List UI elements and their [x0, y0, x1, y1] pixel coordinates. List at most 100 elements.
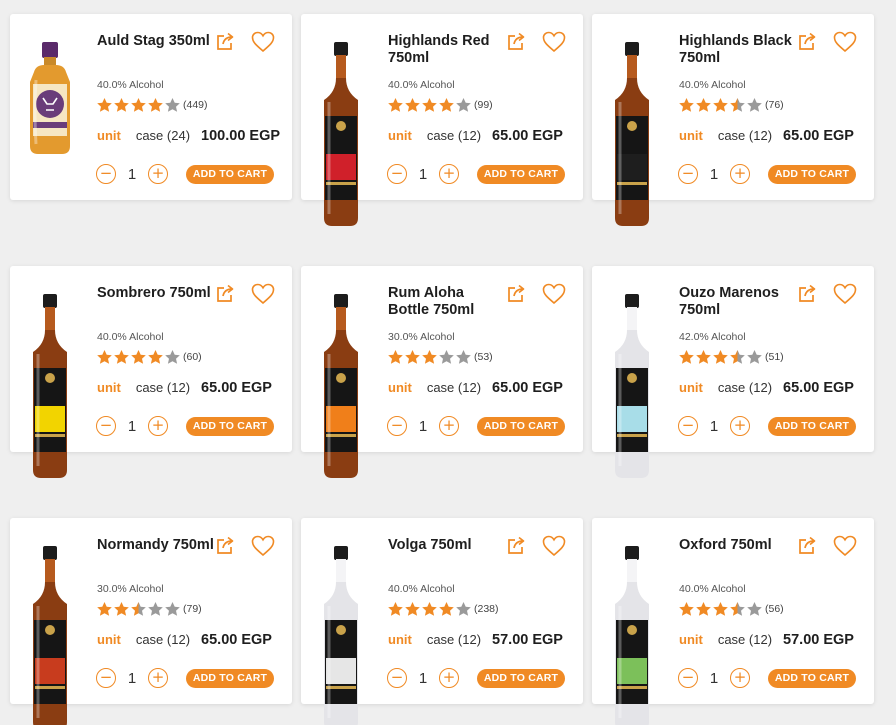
product-name[interactable]: Normandy 750ml	[97, 537, 215, 554]
plus-icon[interactable]: +	[730, 668, 750, 688]
add-to-cart-button[interactable]: ADD TO CART	[477, 164, 565, 184]
share-icon[interactable]	[215, 32, 235, 52]
product-card[interactable]: Auld Stag 350ml 40.0% Alcohol (449) unit…	[10, 14, 292, 200]
product-image[interactable]	[606, 540, 658, 725]
quantity-value[interactable]: 1	[407, 418, 439, 435]
minus-icon[interactable]: −	[678, 416, 698, 436]
unit-option[interactable]: unit	[679, 128, 703, 143]
product-name[interactable]: Highlands Red 750ml	[388, 33, 506, 67]
product-card[interactable]: Highlands Red 750ml 40.0% Alcohol (99) u…	[301, 14, 583, 226]
product-image[interactable]	[24, 40, 76, 232]
plus-icon[interactable]: +	[439, 416, 459, 436]
product-image[interactable]	[24, 288, 76, 480]
product-card[interactable]: Normandy 750ml 30.0% Alcohol (79) unit c…	[10, 518, 292, 725]
heart-icon[interactable]	[542, 31, 566, 53]
plus-icon[interactable]: +	[148, 668, 168, 688]
unit-option[interactable]: unit	[679, 632, 703, 647]
product-card[interactable]: Rum Aloha Bottle 750ml 30.0% Alcohol (53…	[301, 266, 583, 478]
product-image[interactable]	[315, 288, 367, 480]
minus-icon[interactable]: −	[678, 164, 698, 184]
unit-option[interactable]: unit	[388, 632, 412, 647]
product-image[interactable]	[606, 36, 658, 228]
case-option[interactable]: case (12)	[427, 380, 481, 395]
product-card[interactable]: Volga 750ml 40.0% Alcohol (238) unit cas…	[301, 518, 583, 725]
minus-icon[interactable]: −	[96, 164, 116, 184]
product-image[interactable]	[606, 288, 658, 480]
share-icon[interactable]	[797, 32, 817, 52]
heart-icon[interactable]	[833, 283, 857, 305]
add-to-cart-button[interactable]: ADD TO CART	[477, 668, 565, 688]
product-image[interactable]	[315, 36, 367, 228]
share-icon[interactable]	[506, 536, 526, 556]
product-name[interactable]: Rum Aloha Bottle 750ml	[388, 285, 506, 319]
case-option[interactable]: case (12)	[136, 380, 190, 395]
minus-icon[interactable]: −	[387, 416, 407, 436]
quantity-value[interactable]: 1	[698, 670, 730, 687]
plus-icon[interactable]: +	[148, 416, 168, 436]
share-icon[interactable]	[506, 284, 526, 304]
quantity-value[interactable]: 1	[407, 670, 439, 687]
star-icon	[713, 602, 728, 616]
add-to-cart-button[interactable]: ADD TO CART	[477, 416, 565, 436]
add-to-cart-button[interactable]: ADD TO CART	[768, 416, 856, 436]
product-name[interactable]: Oxford 750ml	[679, 537, 797, 554]
heart-icon[interactable]	[251, 535, 275, 557]
heart-icon[interactable]	[251, 283, 275, 305]
case-option[interactable]: case (12)	[427, 128, 481, 143]
quantity-value[interactable]: 1	[116, 166, 148, 183]
add-to-cart-button[interactable]: ADD TO CART	[186, 416, 274, 436]
case-option[interactable]: case (24)	[136, 128, 190, 143]
case-option[interactable]: case (12)	[718, 632, 772, 647]
unit-option[interactable]: unit	[388, 380, 412, 395]
plus-icon[interactable]: +	[730, 416, 750, 436]
product-name[interactable]: Ouzo Marenos 750ml	[679, 285, 797, 319]
product-card[interactable]: Oxford 750ml 40.0% Alcohol (56) unit cas…	[592, 518, 874, 725]
minus-icon[interactable]: −	[387, 668, 407, 688]
share-icon[interactable]	[215, 284, 235, 304]
product-name[interactable]: Highlands Black 750ml	[679, 33, 797, 67]
add-to-cart-button[interactable]: ADD TO CART	[768, 164, 856, 184]
minus-icon[interactable]: −	[96, 668, 116, 688]
quantity-value[interactable]: 1	[116, 418, 148, 435]
add-to-cart-button[interactable]: ADD TO CART	[186, 668, 274, 688]
plus-icon[interactable]: +	[439, 164, 459, 184]
product-name[interactable]: Volga 750ml	[388, 537, 506, 554]
heart-icon[interactable]	[542, 535, 566, 557]
minus-icon[interactable]: −	[387, 164, 407, 184]
heart-icon[interactable]	[833, 535, 857, 557]
case-option[interactable]: case (12)	[718, 128, 772, 143]
minus-icon[interactable]: −	[96, 416, 116, 436]
product-name[interactable]: Sombrero 750ml	[97, 285, 215, 302]
quantity-value[interactable]: 1	[116, 670, 148, 687]
share-icon[interactable]	[506, 32, 526, 52]
unit-option[interactable]: unit	[97, 632, 121, 647]
heart-icon[interactable]	[833, 31, 857, 53]
add-to-cart-button[interactable]: ADD TO CART	[186, 164, 274, 184]
product-card[interactable]: Ouzo Marenos 750ml 42.0% Alcohol (51) un…	[592, 266, 874, 478]
share-icon[interactable]	[215, 536, 235, 556]
product-name[interactable]: Auld Stag 350ml	[97, 33, 215, 50]
product-image[interactable]	[24, 540, 76, 725]
quantity-value[interactable]: 1	[407, 166, 439, 183]
heart-icon[interactable]	[251, 31, 275, 53]
quantity-value[interactable]: 1	[698, 418, 730, 435]
plus-icon[interactable]: +	[148, 164, 168, 184]
plus-icon[interactable]: +	[439, 668, 459, 688]
case-option[interactable]: case (12)	[427, 632, 481, 647]
case-option[interactable]: case (12)	[136, 632, 190, 647]
product-image[interactable]	[315, 540, 367, 725]
product-card[interactable]: Highlands Black 750ml 40.0% Alcohol (76)…	[592, 14, 874, 226]
heart-icon[interactable]	[542, 283, 566, 305]
share-icon[interactable]	[797, 536, 817, 556]
unit-option[interactable]: unit	[388, 128, 412, 143]
product-card[interactable]: Sombrero 750ml 40.0% Alcohol (60) unit c…	[10, 266, 292, 478]
add-to-cart-button[interactable]: ADD TO CART	[768, 668, 856, 688]
plus-icon[interactable]: +	[730, 164, 750, 184]
unit-option[interactable]: unit	[97, 128, 121, 143]
minus-icon[interactable]: −	[678, 668, 698, 688]
share-icon[interactable]	[797, 284, 817, 304]
unit-option[interactable]: unit	[679, 380, 703, 395]
unit-option[interactable]: unit	[97, 380, 121, 395]
quantity-value[interactable]: 1	[698, 166, 730, 183]
case-option[interactable]: case (12)	[718, 380, 772, 395]
